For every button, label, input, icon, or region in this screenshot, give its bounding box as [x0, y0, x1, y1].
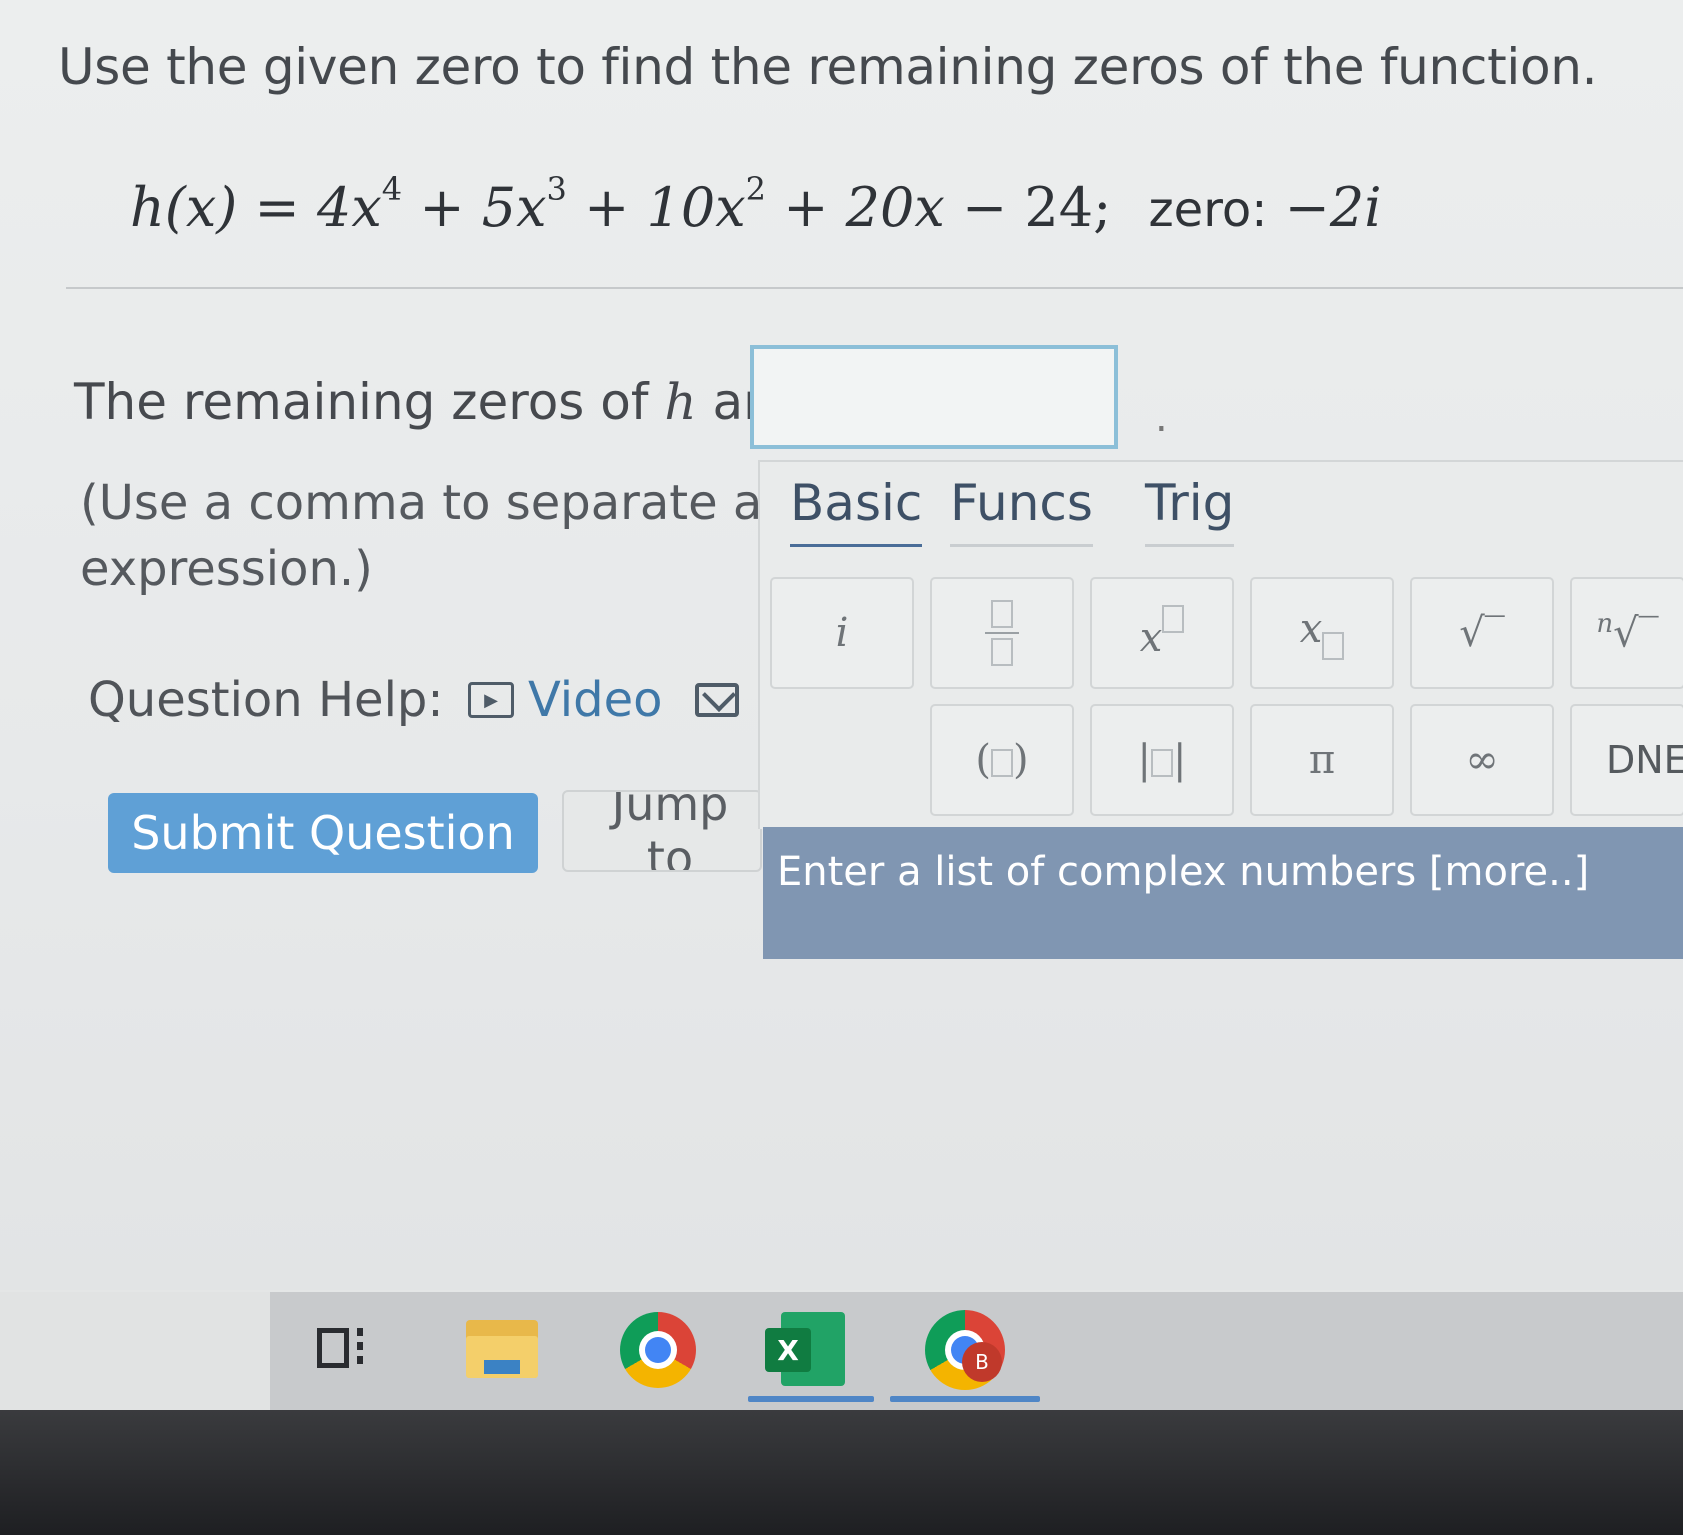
- hint-line-1: (Use a comma to separate an: [80, 475, 760, 531]
- format-hint: (Use a comma to separate an expression.): [80, 470, 760, 602]
- eq-op4: −: [961, 176, 1008, 239]
- answer-label: The remaining zeros of h are: [74, 373, 793, 431]
- absolute-value-icon: | |: [1137, 737, 1187, 783]
- chrome-icon[interactable]: [620, 1312, 696, 1388]
- superscript-icon: x: [1140, 605, 1185, 661]
- eq-equals: =: [254, 176, 300, 239]
- submit-question-button[interactable]: Submit Question: [108, 793, 538, 873]
- answer-input[interactable]: [750, 345, 1118, 449]
- eq-term2: 5x: [481, 176, 547, 239]
- video-help-link[interactable]: ▶ Video: [468, 672, 662, 728]
- eq-term1-exp: 4: [381, 170, 403, 208]
- input-tooltip[interactable]: Enter a list of complex numbers [more..]: [763, 827, 1683, 959]
- eq-term1: 4x: [316, 176, 382, 239]
- eq-term3-exp: 2: [745, 170, 767, 208]
- tab-basic[interactable]: Basic: [790, 474, 923, 547]
- question-prompt: Use the given zero to find the remaining…: [58, 38, 1598, 96]
- key-exponent[interactable]: x: [1090, 577, 1234, 689]
- key-fraction[interactable]: [930, 577, 1074, 689]
- section-divider: [66, 287, 1683, 289]
- parentheses-icon: (): [975, 737, 1029, 783]
- key-imaginary-i[interactable]: i: [770, 577, 914, 689]
- key-subscript[interactable]: x: [1250, 577, 1394, 689]
- hint-line-2: expression.): [80, 541, 373, 597]
- zero-value: −2i: [1284, 176, 1382, 239]
- math-input-palette: Basic Funcs Trig i x x √‾ n√‾ () | | π ∞…: [758, 460, 1683, 829]
- eq-term5: 24;: [1024, 176, 1112, 239]
- answer-period: .: [1155, 395, 1168, 441]
- key-parentheses[interactable]: (): [930, 704, 1074, 816]
- excel-active-indicator: [748, 1396, 874, 1402]
- monitor-bezel: [0, 1410, 1683, 1535]
- video-label: Video: [528, 672, 663, 728]
- tab-trig[interactable]: Trig: [1145, 474, 1235, 547]
- key-square-root[interactable]: √‾: [1410, 577, 1554, 689]
- jump-to-button[interactable]: Jump to: [562, 790, 762, 872]
- file-explorer-icon[interactable]: [466, 1320, 538, 1380]
- profile-badge: B: [962, 1342, 1002, 1382]
- nth-root-icon: n√‾: [1596, 609, 1659, 657]
- sqrt-icon: √‾: [1459, 610, 1505, 656]
- eq-op2: +: [584, 176, 630, 239]
- chrome-active-indicator: [890, 1396, 1040, 1402]
- key-infinity[interactable]: ∞: [1410, 704, 1554, 816]
- answer-label-prefix: The remaining zeros of: [74, 373, 649, 431]
- key-absolute-value[interactable]: | |: [1090, 704, 1234, 816]
- eq-lhs: h(x): [130, 176, 238, 239]
- question-help-label: Question Help:: [88, 672, 444, 728]
- key-pi[interactable]: π: [1250, 704, 1394, 816]
- eq-op1: +: [419, 176, 465, 239]
- fraction-icon: [985, 600, 1019, 666]
- tab-funcs[interactable]: Funcs: [950, 474, 1093, 547]
- taskbar-left-area: [0, 1292, 270, 1410]
- eq-term4: 20x: [845, 176, 945, 239]
- play-icon: ▶: [468, 682, 514, 718]
- mail-icon[interactable]: [695, 683, 739, 717]
- eq-term2-exp: 3: [546, 170, 567, 208]
- excel-icon[interactable]: X: [765, 1312, 845, 1386]
- key-dne[interactable]: DNE: [1570, 704, 1683, 816]
- key-nth-root[interactable]: n√‾: [1570, 577, 1683, 689]
- subscript-icon: x: [1300, 606, 1345, 660]
- eq-op3: +: [783, 176, 829, 239]
- function-equation: h(x) = 4x4 + 5x3 + 10x2 + 20x − 24; zero…: [130, 170, 1381, 239]
- webpage: Use the given zero to find the remaining…: [0, 0, 1683, 1290]
- task-view-icon[interactable]: [315, 1322, 371, 1378]
- answer-label-var: h: [664, 373, 697, 431]
- eq-term3: 10x: [646, 176, 746, 239]
- zero-label: zero:: [1148, 182, 1268, 238]
